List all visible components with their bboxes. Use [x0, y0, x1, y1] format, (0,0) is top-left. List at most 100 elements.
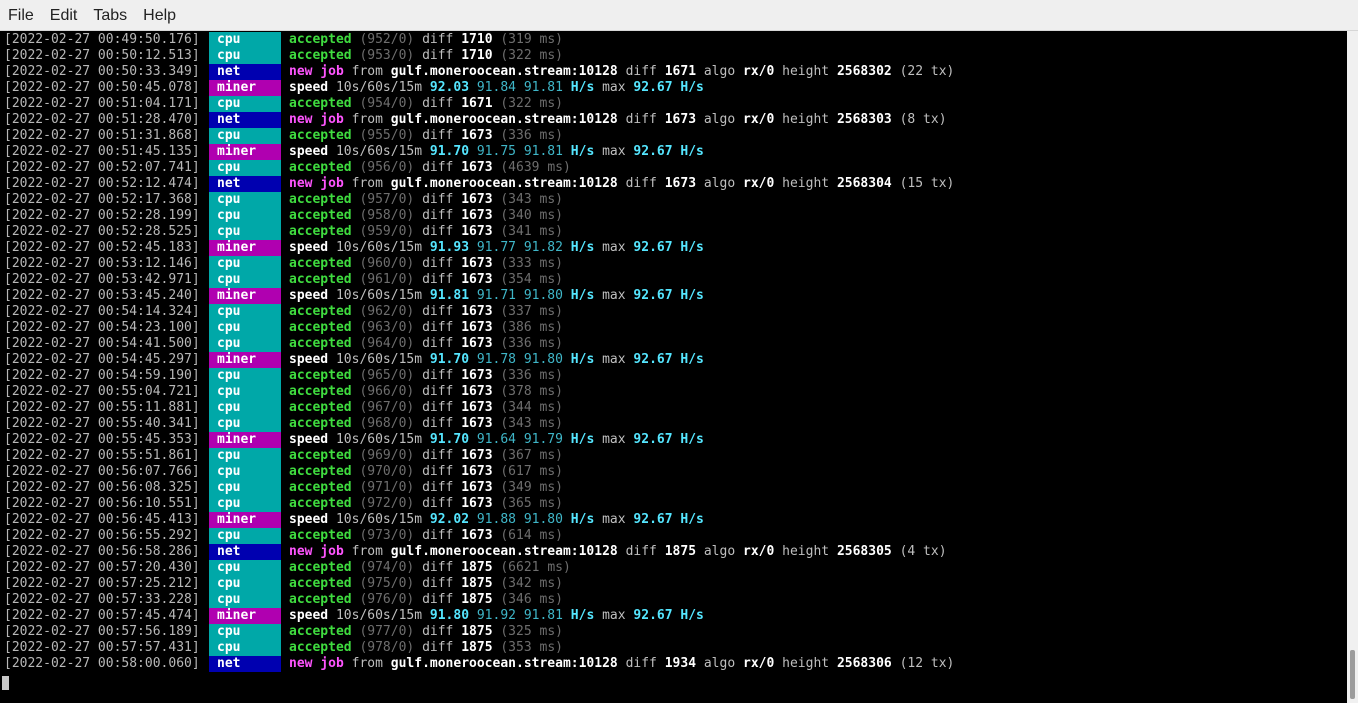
share-count: (966/0): [359, 384, 415, 399]
log-timestamp: [2022-02-27 00:57:33.228]: [4, 592, 200, 607]
log-timestamp: [2022-02-27 00:54:45.297]: [4, 352, 200, 367]
log-timestamp: [2022-02-27 00:51:28.470]: [4, 112, 200, 127]
job-label: job: [320, 544, 344, 559]
log-timestamp: [2022-02-27 00:56:58.286]: [4, 544, 200, 559]
speed-60s: 91.84: [476, 80, 516, 95]
share-count: (965/0): [359, 368, 415, 383]
log-tag-cpu: cpu: [209, 304, 281, 320]
menu-file[interactable]: File: [0, 0, 42, 31]
log-timestamp: [2022-02-27 00:53:42.971]: [4, 272, 200, 287]
menu-tabs[interactable]: Tabs: [85, 0, 135, 31]
timestamp-value: 2022-02-27 00:53:12.146: [11, 256, 192, 271]
diff-value: 1875: [461, 576, 493, 591]
diff-value: 1673: [461, 224, 493, 239]
log-tag-cpu: cpu: [209, 448, 281, 464]
accepted-label: accepted: [289, 528, 352, 543]
log-message: accepted (964/0) diff 1673 (336 ms): [289, 336, 563, 352]
timestamp-value: 2022-02-27 00:50:33.349: [11, 64, 192, 79]
max-label: max: [602, 288, 626, 303]
share-count: (973/0): [359, 528, 415, 543]
timestamp-value: 2022-02-27 00:52:28.199: [11, 208, 192, 223]
share-count: (952/0): [359, 32, 415, 47]
terminal-output[interactable]: [2022-02-27 00:49:50.176] cpu accepted (95…: [0, 31, 1347, 703]
timestamp-value: 2022-02-27 00:52:07.741: [11, 160, 192, 175]
log-message: accepted (967/0) diff 1673 (344 ms): [289, 400, 563, 416]
latency: (322 ms): [500, 48, 563, 63]
speed-15m: 91.82: [523, 240, 563, 255]
log-tag-cpu: cpu: [209, 208, 281, 224]
log-timestamp: [2022-02-27 00:58:00.060]: [4, 656, 200, 671]
diff-label: diff: [422, 560, 454, 575]
accepted-label: accepted: [289, 256, 352, 271]
log-tag-cpu: cpu: [209, 624, 281, 640]
log-message: accepted (970/0) diff 1673 (617 ms): [289, 464, 563, 480]
menu-edit[interactable]: Edit: [42, 0, 86, 31]
timestamp-value: 2022-02-27 00:57:57.431: [11, 640, 192, 655]
hs-unit: H/s: [680, 240, 704, 255]
accepted-label: accepted: [289, 576, 352, 591]
log-timestamp: [2022-02-27 00:54:41.500]: [4, 336, 200, 351]
latency: (365 ms): [500, 496, 563, 511]
hs-unit: H/s: [570, 432, 595, 447]
height-value: 2568302: [836, 64, 892, 79]
diff-label: diff: [422, 384, 454, 399]
menu-help[interactable]: Help: [135, 0, 184, 31]
timestamp-value: 2022-02-27 00:57:45.474: [11, 608, 192, 623]
timestamp-value: 2022-02-27 00:57:20.430: [11, 560, 192, 575]
diff-label: diff: [422, 400, 454, 415]
log-tag-cpu: cpu: [209, 576, 281, 592]
log-timestamp: [2022-02-27 00:52:07.741]: [4, 160, 200, 175]
vertical-scrollbar[interactable]: [1347, 31, 1358, 703]
timestamp-value: 2022-02-27 00:57:33.228: [11, 592, 192, 607]
accepted-label: accepted: [289, 336, 352, 351]
diff-value: 1710: [461, 48, 493, 63]
log-tag-cpu: cpu: [209, 48, 281, 64]
speed-max: 92.67: [633, 288, 673, 303]
accepted-label: accepted: [289, 592, 352, 607]
log-tag-miner: miner: [209, 240, 281, 256]
log-tag-cpu: cpu: [209, 416, 281, 432]
from-label: from: [351, 656, 383, 671]
log-timestamp: [2022-02-27 00:56:55.292]: [4, 528, 200, 543]
log-timestamp: [2022-02-27 00:51:31.868]: [4, 128, 200, 143]
diff-label: diff: [625, 544, 657, 559]
speed-15m: 91.81: [523, 608, 563, 623]
scrollbar-thumb[interactable]: [1350, 650, 1355, 699]
share-count: (968/0): [359, 416, 415, 431]
share-count: (974/0): [359, 560, 415, 575]
log-message: accepted (977/0) diff 1875 (325 ms): [289, 624, 563, 640]
diff-label: diff: [422, 224, 454, 239]
timestamp-value: 2022-02-27 00:51:45.135: [11, 144, 192, 159]
speed-60s: 91.64: [476, 432, 516, 447]
diff-label: diff: [422, 32, 454, 47]
log-message: speed 10s/60s/15m 91.80 91.92 91.81 H/s …: [289, 608, 704, 624]
pool-address: gulf.moneroocean.stream:10128: [390, 656, 618, 671]
latency: (386 ms): [500, 320, 563, 335]
log-timestamp: [2022-02-27 00:55:51.861]: [4, 448, 200, 463]
log-message: accepted (952/0) diff 1710 (319 ms): [289, 32, 563, 48]
log-message: accepted (954/0) diff 1671 (322 ms): [289, 96, 563, 112]
diff-value: 1875: [461, 592, 493, 607]
diff-value: 1673: [461, 192, 493, 207]
diff-label: diff: [422, 208, 454, 223]
pool-address: gulf.moneroocean.stream:10128: [390, 112, 618, 127]
height-label: height: [782, 112, 830, 127]
log-message: accepted (962/0) diff 1673 (337 ms): [289, 304, 563, 320]
job-label: job: [320, 64, 344, 79]
timestamp-value: 2022-02-27 00:56:45.413: [11, 512, 192, 527]
log-tag-cpu: cpu: [209, 320, 281, 336]
hs-unit: H/s: [570, 144, 595, 159]
speed-max: 92.67: [633, 352, 673, 367]
hs-unit: H/s: [570, 80, 595, 95]
speed-15m: 91.80: [523, 512, 563, 527]
log-timestamp: [2022-02-27 00:56:45.413]: [4, 512, 200, 527]
latency: (322 ms): [500, 96, 563, 111]
diff-value: 1673: [461, 272, 493, 287]
max-label: max: [602, 144, 626, 159]
timestamp-value: 2022-02-27 00:52:45.183: [11, 240, 192, 255]
accepted-label: accepted: [289, 32, 352, 47]
diff-value: 1673: [461, 160, 493, 175]
tx-count: (8 tx): [899, 112, 947, 127]
log-message: accepted (975/0) diff 1875 (342 ms): [289, 576, 563, 592]
job-label: job: [320, 112, 344, 127]
